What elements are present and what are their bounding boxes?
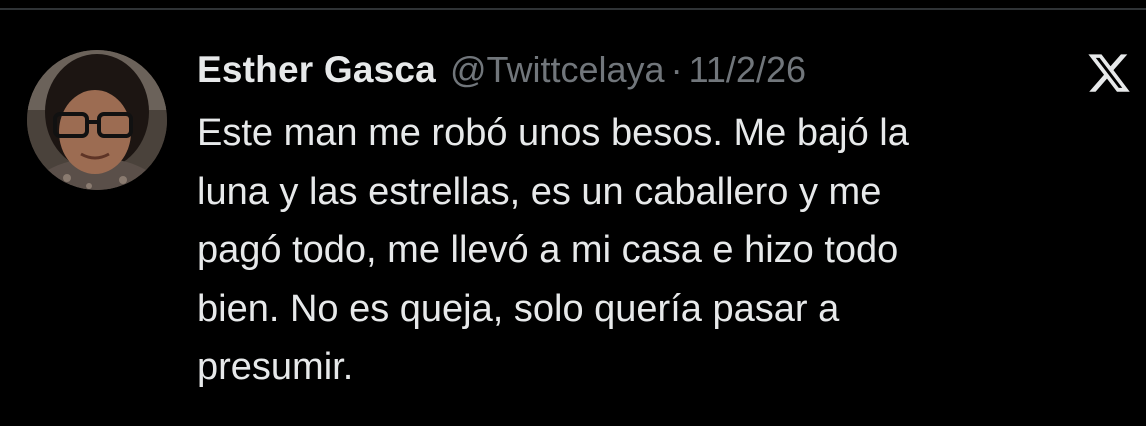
x-logo-icon[interactable] [1086,50,1132,96]
avatar[interactable] [27,50,167,190]
tweet-header: Esther Gasca @Twittcelaya · 11/2/26 [197,44,806,96]
avatar-photo [27,50,167,190]
author-name[interactable]: Esther Gasca [197,49,436,91]
tweet-card: Esther Gasca @Twittcelaya · 11/2/26 Este… [0,0,1146,426]
author-handle[interactable]: @Twittcelaya [450,49,665,91]
separator-dot: · [670,49,683,90]
tweet-date[interactable]: 11/2/26 [689,49,806,91]
tweet-text: Este man me robó unos besos. Me bajó la … [197,112,909,388]
divider [0,8,1146,10]
